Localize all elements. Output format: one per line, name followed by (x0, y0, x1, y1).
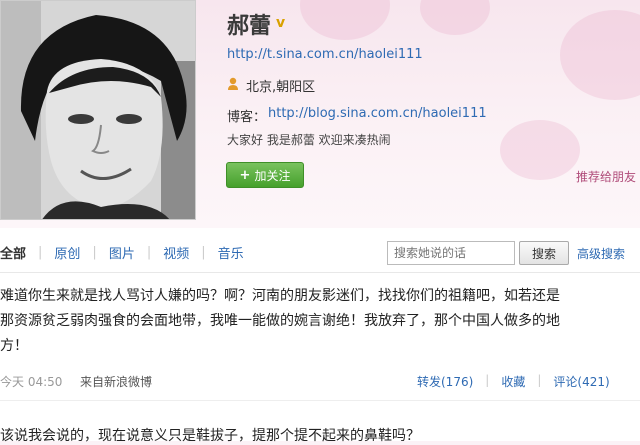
tab-divider: | (201, 245, 206, 260)
blog-label: 博客： (227, 110, 267, 125)
banner-decoration (420, 0, 490, 35)
post-text: 该说我会说的，现在说意义只是鞋拔子，提那个提不起来的鼻鞋吗？ (0, 428, 420, 444)
advanced-search-link[interactable]: 高级搜索 (577, 245, 625, 262)
post-time[interactable]: 今天 04:50 (0, 373, 62, 390)
follow-label: 加关注 (254, 168, 291, 183)
recommend-to-friend-link[interactable]: 推荐给朋友 (576, 168, 636, 185)
favorite-link[interactable]: 收藏 (501, 373, 525, 390)
weibo-url-link[interactable]: http://t.sina.com.cn/haolei111 (227, 47, 423, 62)
profile-name: 郝蕾 (227, 14, 272, 39)
tab-music[interactable]: 音乐 (218, 243, 244, 262)
action-divider: | (485, 373, 490, 387)
banner-decoration (560, 10, 640, 100)
forward-link[interactable]: 转发(176) (417, 373, 473, 390)
tab-divider: | (146, 245, 152, 260)
divider (0, 400, 640, 401)
tab-pictures[interactable]: 图片 (109, 243, 135, 262)
tab-all[interactable]: 全部 (0, 243, 26, 262)
action-divider: | (537, 373, 542, 387)
location-text: 北京,朝阳区 (246, 80, 316, 95)
profile-intro: 大家好 我是郝蕾 欢迎来凑热闹 (227, 133, 391, 147)
post-actions: 转发(176) | 收藏 | 评论(421) (417, 373, 610, 390)
tab-divider: | (38, 245, 43, 260)
feed-tabs: 全部 | 原创 | 图片 | 视频 | 音乐 (0, 243, 244, 262)
post-line: 难道你生来就是找人骂讨人嫌的吗？啊？河南的朋友影迷们，找找你们的祖籍吧，如若还是 (0, 288, 560, 304)
post-text: 难道你生来就是找人骂讨人嫌的吗？啊？河南的朋友影迷们，找找你们的祖籍吧，如若还是… (0, 284, 640, 359)
tab-videos[interactable]: 视频 (163, 243, 189, 262)
post-line: 方！ (0, 338, 28, 354)
divider (0, 272, 640, 273)
blog-url-link[interactable]: http://blog.sina.com.cn/haolei111 (268, 106, 487, 121)
post-source[interactable]: 来自新浪微博 (80, 373, 152, 390)
banner-decoration (500, 120, 580, 180)
follow-button[interactable]: + 加关注 (226, 162, 304, 188)
plus-icon: + (239, 167, 251, 183)
verified-icon: v (276, 15, 286, 31)
avatar-portrait (1, 1, 195, 219)
comment-link[interactable]: 评论(421) (553, 373, 609, 390)
location-icon (228, 77, 238, 90)
tab-original[interactable]: 原创 (54, 243, 80, 262)
tab-divider: | (92, 245, 97, 260)
post-line: 那资源贫乏弱肉强食的会面地带，我唯一能做的婉言谢绝！我放弃了，那个中国人做多的地 (0, 313, 560, 329)
banner-decoration (300, 0, 390, 40)
avatar[interactable] (0, 0, 196, 220)
search-button[interactable]: 搜索 (519, 241, 569, 265)
search-input[interactable] (387, 241, 515, 265)
